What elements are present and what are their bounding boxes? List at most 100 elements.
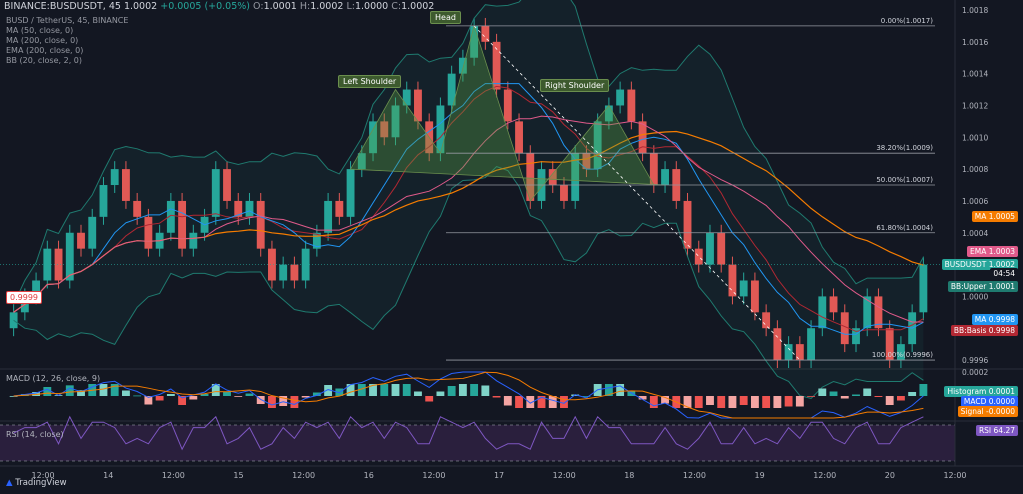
- price-axis-tag: 04:54: [990, 268, 1018, 280]
- price-chart[interactable]: 1.0018 1.0016 1.0014 1.0012 1.0010 1.0008 1.00…: [0, 0, 1023, 494]
- macd-histogram-bar: [470, 384, 479, 396]
- macd-histogram-bar: [874, 396, 883, 397]
- y-tick-label: 1.0008: [962, 165, 988, 174]
- macd-histogram-bar: [863, 388, 872, 396]
- x-tick-label: 18: [624, 471, 634, 480]
- price-axis-tag: MA 0.9998: [971, 314, 1018, 326]
- macd-histogram-bar: [122, 390, 130, 396]
- y-tick-label: 1.0014: [962, 70, 988, 79]
- indicator-ema200[interactable]: EMA (200, close, 0): [6, 46, 83, 55]
- h-value: 1.0002: [310, 1, 344, 12]
- macd-histogram-bar: [166, 394, 175, 396]
- macd-histogram-bar: [492, 396, 501, 398]
- x-tick-label: 12:00: [943, 471, 966, 480]
- y-tick-label: 0.9996: [962, 356, 988, 365]
- macd-histogram-bar: [425, 396, 434, 402]
- y-tick-label: 1.0018: [962, 6, 988, 15]
- change-value: +0.0005 (+0.05%): [160, 1, 251, 12]
- macd-histogram-bar: [414, 391, 422, 396]
- macd-histogram-bar: [885, 396, 894, 405]
- macd-axis-label: 0.0002: [962, 368, 988, 377]
- rsi-band: [0, 425, 955, 461]
- macd-histogram-bar: [896, 396, 905, 401]
- y-tick-label: 1.0000: [962, 292, 988, 301]
- macd-histogram-bar: [784, 396, 793, 407]
- symbol-header: BINANCE:BUSDUSDT, 45 1.0002 +0.0005 (+0.…: [4, 1, 434, 12]
- macd-histogram-bar: [840, 396, 849, 399]
- x-tick-label: 14: [103, 471, 113, 480]
- fib-level-label: 38.20%(1.0009): [876, 144, 933, 152]
- macd-histogram-bar: [728, 396, 737, 408]
- l-value: 1.0000: [354, 1, 389, 12]
- price-axis-tag: EMA 1.0003: [967, 245, 1018, 257]
- macd-histogram-bar: [268, 396, 276, 408]
- x-tick-label: 20: [885, 471, 895, 480]
- x-tick-label: 16: [364, 471, 374, 480]
- l-label: L:: [346, 1, 355, 12]
- macd-histogram-bar: [750, 396, 759, 408]
- macd-histogram-bar: [189, 396, 198, 400]
- macd-histogram-bar: [503, 396, 512, 406]
- x-tick-label: 12:00: [162, 471, 185, 480]
- y-tick-label: 1.0016: [962, 38, 988, 47]
- macd-histogram-bar: [346, 384, 355, 396]
- macd-histogram-bar: [560, 396, 568, 408]
- x-tick-label: 12:00: [553, 471, 576, 480]
- macd-histogram-bar: [694, 396, 703, 408]
- o-label: O:: [253, 1, 264, 12]
- macd-histogram-bar: [391, 384, 400, 396]
- left-price-tag: 0.9999: [6, 291, 42, 304]
- macd-histogram-bar: [717, 396, 726, 408]
- macd-histogram-bar: [706, 396, 714, 405]
- fib-level-label: 61.80%(1.0004): [876, 224, 933, 232]
- x-tick-label: 15: [233, 471, 243, 480]
- macd-histogram-bar: [515, 396, 523, 408]
- x-tick-label: 12:00: [813, 471, 836, 480]
- y-tick-label: 1.0004: [962, 229, 988, 238]
- macd-histogram-bar: [43, 387, 52, 396]
- macd-histogram-bar: [762, 396, 771, 408]
- fib-level-label: 50.00%(1.0007): [876, 176, 933, 184]
- indicator-bb[interactable]: BB (20, close, 2, 0): [6, 56, 82, 65]
- macd-histogram-bar: [458, 384, 467, 396]
- macd-histogram-bar: [829, 391, 838, 396]
- price-axis-tag: BB:Basis 0.9998: [950, 325, 1018, 337]
- rsi-label[interactable]: RSI (14, close): [6, 430, 64, 439]
- tv-icon: ▲: [6, 478, 13, 488]
- macd-histogram-bar: [807, 396, 815, 397]
- macd-histogram-bar: [908, 392, 917, 396]
- macd-histogram-bar: [481, 385, 490, 396]
- c-value: 1.0002: [401, 1, 435, 12]
- macd-histogram-bar: [402, 384, 411, 396]
- indicator-ma50[interactable]: MA (50, close, 0): [6, 26, 73, 35]
- x-tick-label: 12:00: [422, 471, 445, 480]
- x-tick-label: 17: [494, 471, 504, 480]
- y-tick-label: 1.0012: [962, 101, 988, 110]
- fib-level-label: 0.00%(1.0017): [881, 17, 933, 25]
- indicator-ma200[interactable]: MA (200, close, 0): [6, 36, 78, 45]
- y-tick-label: 1.0010: [962, 133, 988, 142]
- indicator-title[interactable]: BUSD / TetherUS, 45, BINANCE: [6, 16, 128, 25]
- head-label: Head: [430, 11, 461, 24]
- macd-label[interactable]: MACD (12, 26, close, 9): [6, 374, 100, 383]
- macd-histogram-bar: [818, 388, 827, 396]
- x-tick-label: 12:00: [292, 471, 315, 480]
- x-tick-label: 12:00: [683, 471, 706, 480]
- macd-histogram-bar: [795, 396, 804, 407]
- macd-histogram-bar: [436, 391, 445, 396]
- tv-brand: TradingView: [15, 478, 67, 488]
- o-value: 1.0001: [263, 1, 297, 12]
- price-axis-tag: BB:Upper 1.0001: [947, 280, 1018, 292]
- right-shoulder-label: Right Shoulder: [540, 79, 610, 92]
- tradingview-logo[interactable]: ▲ TradingView: [6, 478, 67, 488]
- fib-level-label: 100.00%(0.9996): [872, 351, 933, 359]
- macd-histogram-bar: [773, 396, 782, 408]
- c-label: C:: [391, 1, 402, 12]
- macd-histogram-bar: [852, 394, 860, 396]
- left-shoulder-label: Left Shoulder: [338, 75, 402, 88]
- macd-histogram-bar: [99, 384, 108, 396]
- macd-histogram-bar: [290, 396, 299, 408]
- rsi-tag: RSI 64.27: [975, 425, 1018, 436]
- macd-histogram-bar: [245, 393, 254, 396]
- x-tick-label: 19: [754, 471, 764, 480]
